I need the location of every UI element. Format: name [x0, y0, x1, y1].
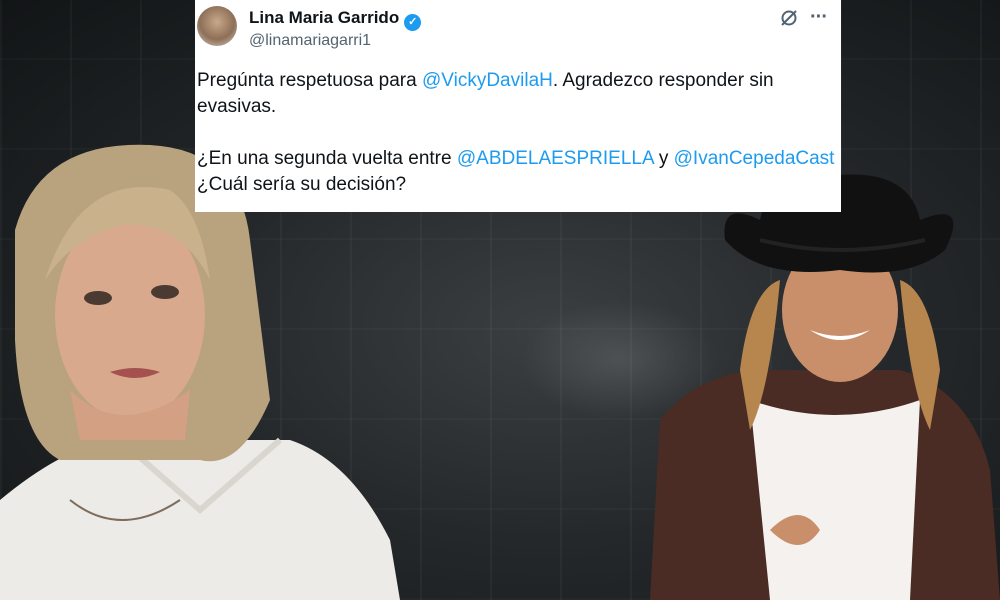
- text-segment: y: [653, 148, 674, 169]
- tweet-card: Lina Maria Garrido ✓ @linamariagarri1 ···…: [195, 0, 841, 212]
- author-handle[interactable]: @linamariagarri1: [249, 32, 371, 50]
- verified-badge-icon: ✓: [404, 14, 422, 31]
- text-segment: ¿Cuál sería su decisión?: [197, 174, 407, 195]
- text-segment: Pregúnta respetuosa para: [197, 70, 422, 91]
- author-name[interactable]: Lina Maria Garrido ✓: [249, 8, 422, 31]
- tweet-text: Pregúnta respetuosa para @VickyDavilaH. …: [197, 68, 837, 224]
- tweet-paragraph-2: ¿En una segunda vuelta entre @ABDELAESPR…: [197, 146, 837, 198]
- avatar[interactable]: [197, 6, 237, 46]
- text-segment: ¿En una segunda vuelta entre: [197, 148, 457, 169]
- more-icon[interactable]: ···: [810, 6, 828, 29]
- grok-icon[interactable]: [779, 8, 799, 28]
- mention-link[interactable]: @VickyDavilaH: [422, 70, 553, 91]
- author-name-text: Lina Maria Garrido: [249, 8, 400, 27]
- mention-link[interactable]: @IvanCepedaCast: [674, 148, 835, 169]
- mention-link[interactable]: @ABDELAESPRIELLA: [457, 148, 654, 169]
- tweet-paragraph-1: Pregúnta respetuosa para @VickyDavilaH. …: [197, 68, 837, 120]
- woman-right-photo: [650, 174, 1000, 600]
